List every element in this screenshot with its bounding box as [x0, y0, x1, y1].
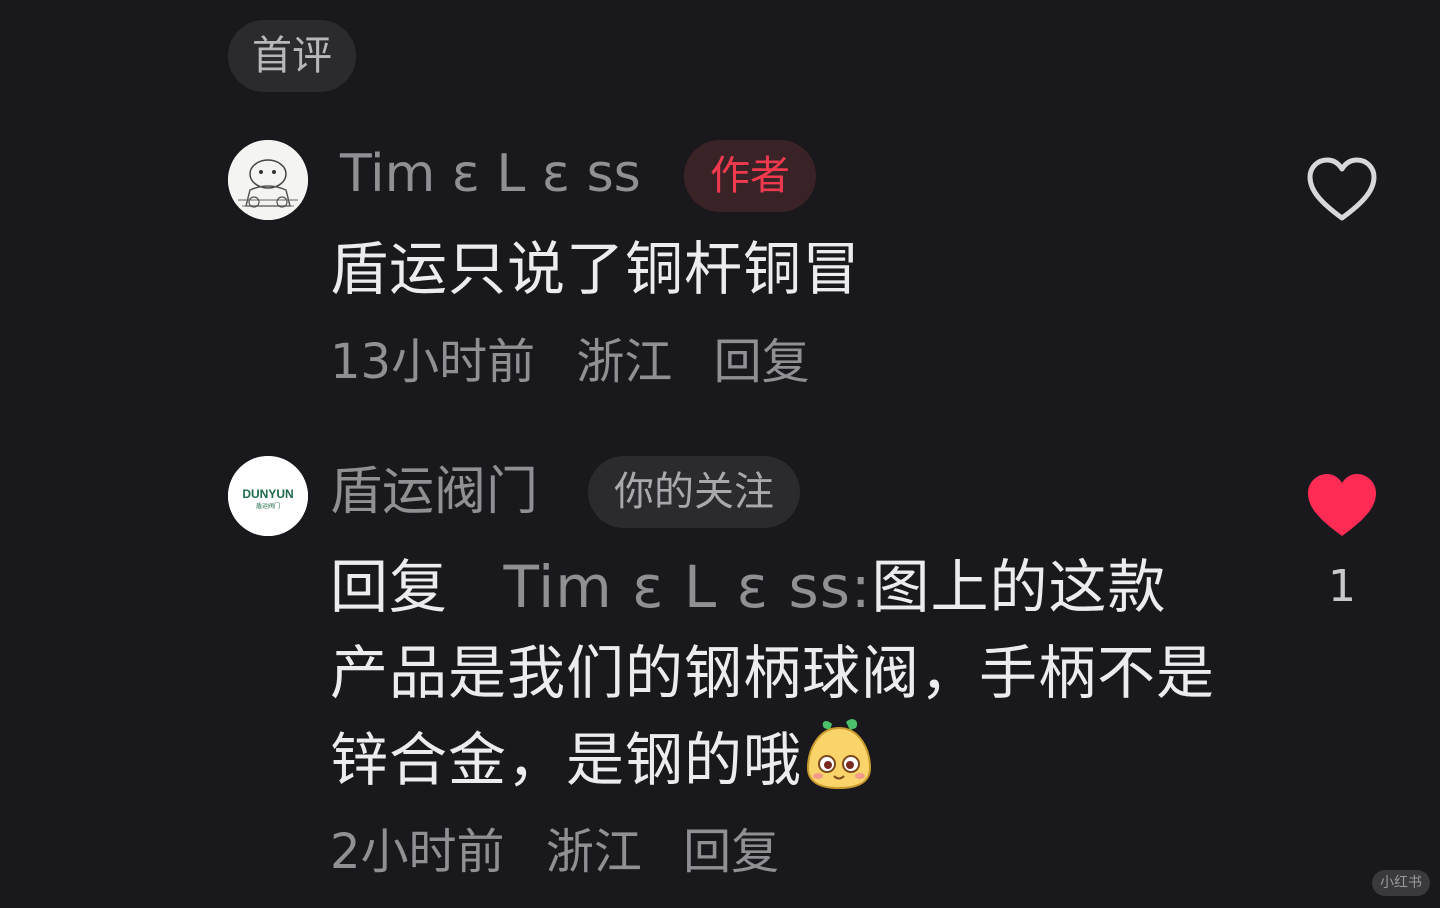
- comment-text: 盾运只说了铜杆铜冒: [330, 235, 862, 303]
- sketch-avatar-icon: [228, 140, 308, 220]
- comment-text-block: 回复 Tim ε L ε ss:图上的这款产品是我们的钢柄球阀，手柄不是锌合金，…: [330, 544, 1220, 803]
- xiaohongshu-watermark: 小红书: [1372, 870, 1430, 896]
- avatar-logo-subtext: 盾运阀门: [256, 502, 280, 510]
- smiling-face-sticker-icon: [807, 719, 872, 790]
- avatar-dunyun[interactable]: DUNYUN 盾运阀门: [228, 456, 308, 536]
- dunyun-logo-icon: DUNYUN 盾运阀门: [228, 456, 308, 536]
- following-badge: 你的关注: [588, 456, 800, 528]
- reply-target-user[interactable]: Tim ε L ε ss:: [503, 553, 871, 621]
- comment-time: 13小时前: [330, 334, 536, 390]
- heart-filled-icon: [1308, 474, 1376, 536]
- comment-location: 浙江: [545, 824, 642, 880]
- heart-outline-icon: [1307, 157, 1377, 221]
- comment-time: 2小时前: [330, 824, 505, 880]
- comment-location: 浙江: [576, 334, 673, 390]
- comment-page: 首评 Tim ε L ε ss 作者 盾运只说了铜杆铜冒 13小时前 浙江 回复…: [0, 0, 1440, 908]
- comment-meta: 13小时前 浙江 回复: [330, 332, 836, 392]
- like-count: 1: [1328, 561, 1356, 612]
- first-comment-tag: 首评: [228, 20, 356, 92]
- avatar-logo-text: DUNYUN: [242, 487, 293, 501]
- like-button[interactable]: [1306, 472, 1378, 540]
- comment-username[interactable]: 盾运阀门: [330, 460, 538, 524]
- like-button[interactable]: [1306, 156, 1378, 224]
- reply-button[interactable]: 回复: [683, 824, 779, 880]
- reply-button[interactable]: 回复: [714, 334, 810, 390]
- reply-prefix: 回复: [330, 553, 449, 621]
- avatar-timeless[interactable]: [228, 140, 308, 220]
- author-badge: 作者: [684, 140, 816, 212]
- comment-username[interactable]: Tim ε L ε ss: [340, 142, 641, 206]
- comment-meta: 2小时前 浙江 回复: [330, 822, 805, 882]
